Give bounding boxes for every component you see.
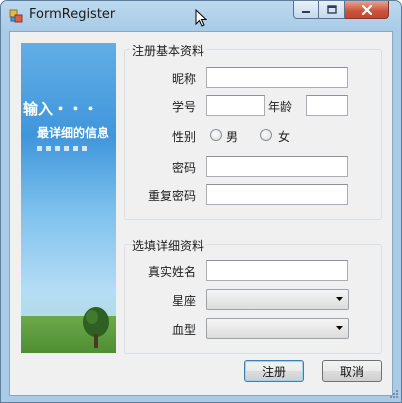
banner-line-2: 最详细的信息	[37, 126, 110, 140]
form-register-window: FormRegister 输入・・・ 最详细的信息 注册基本资料 昵称 学号 年…	[0, 0, 402, 403]
minimize-button[interactable]	[293, 1, 319, 19]
gender-female-label[interactable]: 女	[278, 128, 290, 145]
blood-type-select[interactable]	[206, 318, 349, 339]
password-label: 密码	[172, 161, 197, 175]
maximize-button[interactable]	[319, 1, 345, 19]
close-button[interactable]	[345, 1, 389, 19]
gender-male-radio[interactable]	[210, 129, 222, 141]
caption-buttons	[293, 1, 389, 21]
age-label: 年龄	[268, 100, 293, 114]
student-id-input[interactable]	[206, 95, 265, 116]
maximize-icon	[326, 5, 337, 14]
nickname-label: 昵称	[172, 72, 197, 86]
tree-icon	[83, 307, 109, 348]
mouse-cursor-icon	[195, 9, 207, 27]
gender-male-label[interactable]: 男	[226, 128, 238, 145]
window-title: FormRegister	[29, 7, 116, 22]
gender-label: 性别	[172, 130, 197, 144]
minimize-icon	[302, 10, 310, 13]
register-button[interactable]: 注册	[244, 360, 304, 382]
close-icon	[361, 4, 372, 15]
confirm-password-label: 重复密码	[148, 189, 197, 203]
student-id-label: 学号	[172, 100, 197, 114]
chevron-down-icon	[336, 297, 343, 301]
detail-info-group-title: 选填详细资料	[130, 237, 207, 254]
banner-dots	[37, 146, 87, 151]
zodiac-label: 星座	[172, 294, 197, 308]
password-input[interactable]	[206, 156, 348, 177]
chevron-down-icon	[336, 326, 343, 330]
resize-grip-icon[interactable]	[389, 389, 399, 399]
blood-type-label: 血型	[172, 323, 197, 337]
gender-female-radio[interactable]	[260, 129, 272, 141]
confirm-password-input[interactable]	[206, 184, 348, 205]
cancel-button[interactable]: 取消	[322, 360, 382, 382]
basic-info-group-title: 注册基本资料	[130, 42, 207, 59]
banner-line-1: 输入・・・	[23, 100, 99, 118]
real-name-label: 真实姓名	[148, 265, 197, 279]
title-bar[interactable]: FormRegister	[1, 1, 401, 31]
side-banner-image: 输入・・・ 最详细的信息	[21, 43, 116, 353]
real-name-input[interactable]	[206, 260, 348, 281]
zodiac-select[interactable]	[206, 289, 349, 310]
nickname-input[interactable]	[206, 67, 348, 88]
form-client-area: 输入・・・ 最详细的信息 注册基本资料 昵称 学号 年龄 性别 男 女 密码 重…	[9, 31, 393, 396]
age-input[interactable]	[306, 95, 348, 116]
form-app-icon	[9, 9, 23, 23]
